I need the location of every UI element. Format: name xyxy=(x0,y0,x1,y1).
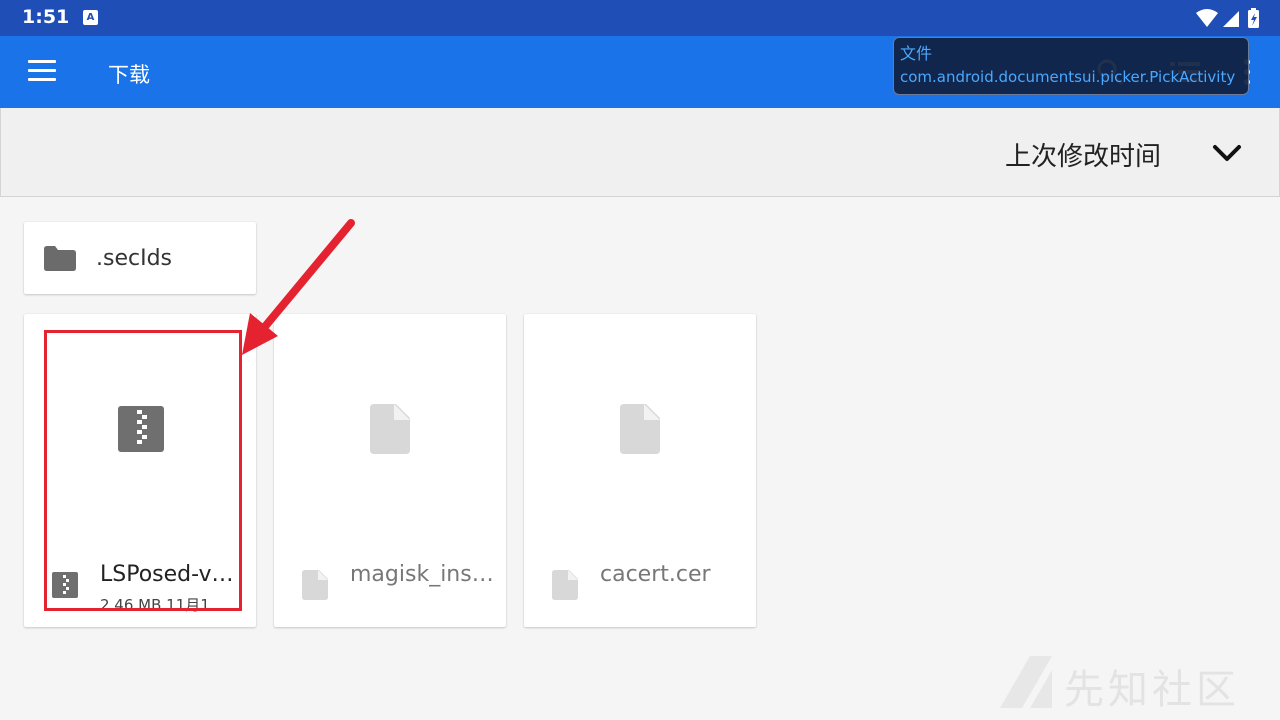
sort-label[interactable]: 上次修改时间 xyxy=(1005,136,1161,173)
wifi-icon xyxy=(1196,9,1218,27)
menu-icon[interactable] xyxy=(28,60,56,84)
annotation-highlight-box xyxy=(44,330,242,611)
annotation-arrow-icon xyxy=(242,219,355,355)
status-bar: 1:51 A xyxy=(0,0,1280,36)
document-small-icon xyxy=(302,570,328,600)
status-time: 1:51 xyxy=(22,6,70,28)
page-title: 下载 xyxy=(108,63,150,87)
file-card-cacert[interactable]: cacert.cer xyxy=(524,314,756,627)
document-small-icon xyxy=(552,570,578,600)
document-icon xyxy=(620,404,660,454)
battery-icon xyxy=(1248,8,1259,28)
notification-a-icon: A xyxy=(83,10,98,25)
folder-item[interactable]: .secIds xyxy=(24,222,256,294)
file-card-magisk[interactable]: magisk_ins… xyxy=(274,314,506,627)
cell-signal-icon xyxy=(1223,11,1239,27)
folder-icon xyxy=(44,246,76,271)
watermark-text: 先知社区 xyxy=(1064,667,1240,713)
folder-name: .secIds xyxy=(96,246,173,271)
overlay-activity-name: com.android.documentsui.picker.PickActiv… xyxy=(900,68,1236,86)
document-icon xyxy=(370,404,410,454)
activity-overlay-tooltip: 文件 com.android.documentsui.picker.PickAc… xyxy=(893,37,1249,95)
file-name: cacert.cer xyxy=(600,562,711,587)
watermark-logo-icon xyxy=(1000,656,1052,708)
status-icons xyxy=(1196,7,1264,29)
overlay-app-name: 文件 xyxy=(900,44,933,63)
chevron-down-icon[interactable] xyxy=(1211,141,1243,165)
sort-bar: 上次修改时间 xyxy=(0,108,1280,197)
document-picker-screen: 1:51 A 下载 文件 com.android.documentsui.pic… xyxy=(0,0,1280,720)
file-name: magisk_ins… xyxy=(350,562,494,587)
